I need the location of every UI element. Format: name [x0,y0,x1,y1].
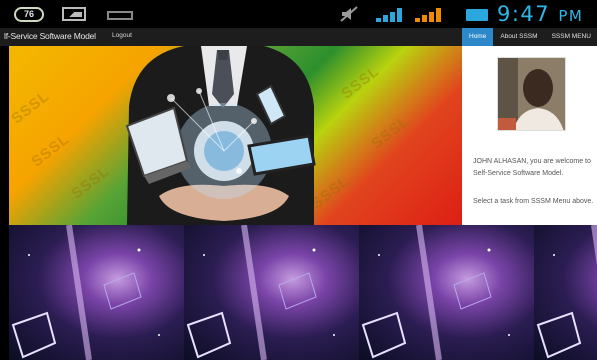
battery-icon [466,9,488,21]
instruction-text: Select a task from SSSM Menu above. [473,198,594,205]
clock-ampm: PM [558,7,584,25]
businessman-tech-illustration [125,46,316,225]
space-tile [359,225,534,360]
image-notification-icon [62,7,86,21]
signal-icon [376,8,402,22]
android-status-bar: 76 9:47 PM [0,0,597,28]
tab-sssm-menu[interactable]: SSSM MENU [545,28,597,46]
clock-time: 9:47 [497,2,551,26]
nav-tabs: Home About SSSM SSSM MENU [462,28,597,46]
space-tile [9,225,184,360]
space-tile [534,225,597,360]
welcome-panel: JOHN ALHASAN, you are welcome to Self-Se… [462,46,597,232]
tab-home[interactable]: Home [462,28,494,46]
background-tiles [9,225,597,360]
space-tile [184,225,359,360]
app-navbar: lf-Service Software Model Logout Home Ab… [0,28,597,46]
hero-banner: SSSL SSSL SSSL SSSL SSSL SSSL [9,46,462,225]
welcome-message: JOHN ALHASAN, you are welcome to Self-Se… [473,158,591,177]
battery-badge-icon: 76 [14,7,44,22]
logout-link[interactable]: Logout [112,32,132,39]
signal-icon [415,8,441,22]
brand-title[interactable]: lf-Service Software Model [4,31,96,41]
status-clock: 9:47 PM [497,1,583,29]
keyboard-icon [107,11,133,20]
mute-icon [340,6,358,22]
tab-about-sssm[interactable]: About SSSM [493,28,544,46]
user-avatar [497,57,566,131]
